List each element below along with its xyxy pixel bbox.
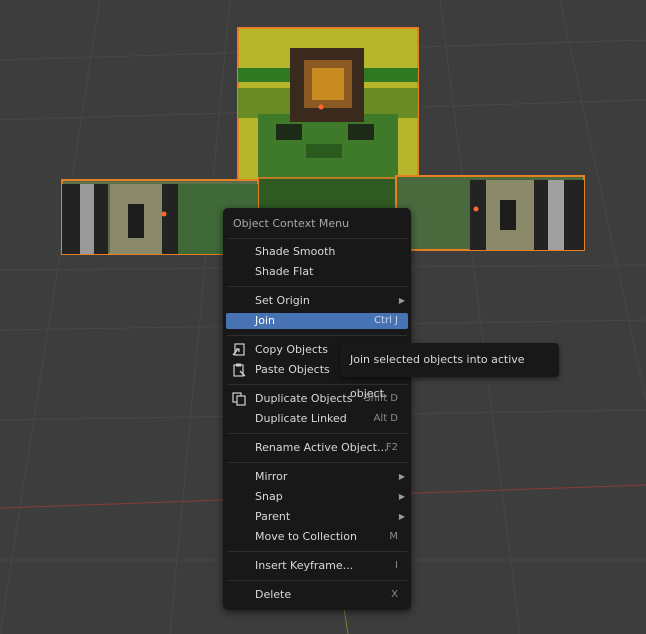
menu-item-label: Duplicate Objects xyxy=(255,392,353,405)
menu-item-shortcut: Ctrl J xyxy=(374,315,398,326)
menu-separator xyxy=(227,335,407,336)
menu-item-delete[interactable]: Delete X xyxy=(226,587,408,603)
copy-icon xyxy=(232,343,247,357)
menu-item-shortcut: Alt D xyxy=(373,413,398,424)
menu-item-label: Shade Smooth xyxy=(255,245,336,258)
menu-item-join[interactable]: Join Ctrl J xyxy=(226,313,408,329)
submenu-arrow-icon: ▶ xyxy=(398,296,405,305)
menu-item-label: Join xyxy=(255,314,276,327)
menu-item-insert-keyframe[interactable]: Insert Keyframe... I xyxy=(226,558,408,574)
menu-item-duplicate-linked[interactable]: Duplicate Linked Alt D xyxy=(226,411,408,427)
menu-item-label: Move to Collection xyxy=(255,530,357,543)
menu-separator xyxy=(227,238,407,239)
menu-separator xyxy=(227,462,407,463)
paste-icon xyxy=(232,363,247,377)
submenu-arrow-icon: ▶ xyxy=(398,472,405,481)
menu-item-shade-flat[interactable]: Shade Flat xyxy=(226,264,408,280)
menu-item-label: Paste Objects xyxy=(255,363,330,376)
menu-item-label: Set Origin xyxy=(255,294,310,307)
menu-separator xyxy=(227,433,407,434)
menu-item-label: Snap xyxy=(255,490,283,503)
model-head xyxy=(237,27,419,189)
submenu-arrow-icon: ▶ xyxy=(398,492,405,501)
menu-item-shade-smooth[interactable]: Shade Smooth xyxy=(226,244,408,260)
model-right-arm xyxy=(395,175,585,251)
menu-item-shortcut: F2 xyxy=(385,442,398,453)
menu-item-label: Parent xyxy=(255,510,291,523)
duplicate-icon xyxy=(232,392,247,406)
menu-item-label: Shade Flat xyxy=(255,265,314,278)
menu-separator xyxy=(227,551,407,552)
menu-item-set-origin[interactable]: Set Origin ▶ xyxy=(226,293,408,309)
join-tooltip: Join selected objects into active object… xyxy=(340,343,559,400)
submenu-arrow-icon: ▶ xyxy=(398,512,405,521)
menu-item-rename-active-object[interactable]: Rename Active Object... F2 xyxy=(226,440,408,456)
menu-item-label: Mirror xyxy=(255,470,288,483)
menu-item-parent[interactable]: Parent ▶ xyxy=(226,509,408,525)
menu-title: Object Context Menu xyxy=(233,217,350,230)
menu-item-label: Delete xyxy=(255,588,292,601)
menu-separator xyxy=(227,286,407,287)
menu-separator xyxy=(227,580,407,581)
menu-item-label: Copy Objects xyxy=(255,343,328,356)
menu-item-label: Rename Active Object... xyxy=(255,441,388,454)
menu-item-mirror[interactable]: Mirror ▶ xyxy=(226,469,408,485)
menu-item-shortcut: I xyxy=(395,560,398,571)
menu-item-snap[interactable]: Snap ▶ xyxy=(226,489,408,505)
menu-item-label: Duplicate Linked xyxy=(255,412,347,425)
menu-item-shortcut: M xyxy=(389,531,398,542)
menu-item-move-to-collection[interactable]: Move to Collection M xyxy=(226,529,408,545)
menu-item-label: Insert Keyframe... xyxy=(255,559,354,572)
menu-item-shortcut: X xyxy=(391,589,398,600)
